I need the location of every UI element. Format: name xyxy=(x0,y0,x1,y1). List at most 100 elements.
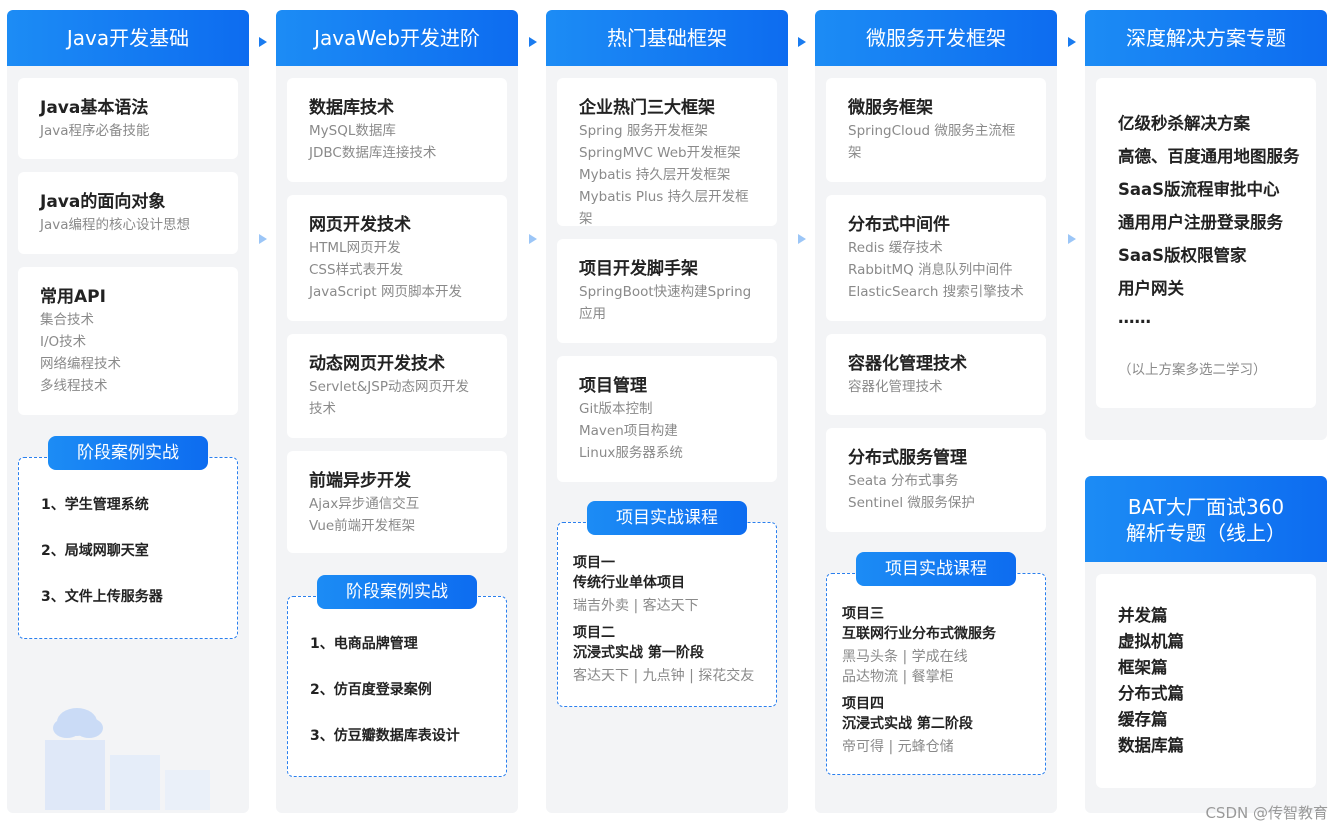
interview-title-line: 解析专题（线上） xyxy=(1126,521,1286,545)
card-item: Java程序必备技能 xyxy=(40,123,150,139)
card-title: 项目管理 xyxy=(579,376,647,396)
column-title: 微服务开发框架 xyxy=(815,10,1057,66)
card-middleware: 分布式中间件 Redis 缓存技术 RabbitMQ 消息队列中间件 Elast… xyxy=(826,195,1046,321)
card-item: Mybatis 持久层开发框架 xyxy=(579,167,731,183)
column-javaweb: JavaWeb开发进阶 数据库技术 MySQL数据库 JDBC数据库连接技术 网… xyxy=(276,10,518,813)
interview-item: 数据库篇 xyxy=(1118,736,1184,755)
card-title: 常用API xyxy=(40,287,106,307)
card-item: Mybatis Plus 持久层开发框架 xyxy=(579,189,749,227)
card-title: Java的面向对象 xyxy=(40,192,166,212)
column-java-basics: Java开发基础 Java基本语法 Java程序必备技能 Java的面向对象 J… xyxy=(7,10,249,813)
card-item: 网络编程技术 xyxy=(40,356,121,372)
interview-title: BAT大厂面试360 解析专题（线上） xyxy=(1085,476,1327,562)
card-item: Vue前端开发框架 xyxy=(309,518,416,534)
project-name: 沉浸式实战 第一阶段 xyxy=(573,645,704,661)
card-scaffold: 项目开发脚手架 SpringBoot快速构建Spring 应用 xyxy=(557,239,777,343)
stage-case-tag: 阶段案例实战 xyxy=(317,575,477,609)
arrow-right-icon xyxy=(529,234,537,244)
solution-item: 高德、百度通用地图服务 xyxy=(1118,147,1300,166)
watermark: CSDN @传智教育 xyxy=(1205,804,1328,822)
arrow-right-icon xyxy=(259,234,267,244)
column-interview: BAT大厂面试360 解析专题（线上） 并发篇 虚拟机篇 框架篇 分布式篇 缓存… xyxy=(1085,476,1327,813)
case-item: 3、仿豆瓣数据库表设计 xyxy=(310,728,460,744)
project-subjects: 帝可得 | 元蜂仓储 xyxy=(842,739,954,755)
column-hot-frameworks: 热门基础框架 企业热门三大框架 Spring 服务开发框架 SpringMVC … xyxy=(546,10,788,813)
case-item: 2、局域网聊天室 xyxy=(41,543,149,559)
card-item: ElasticSearch 搜索引擎技术 xyxy=(848,284,1024,300)
solution-item: 用户网关 xyxy=(1118,279,1184,298)
case-item: 1、学生管理系统 xyxy=(41,497,149,513)
arrow-right-icon xyxy=(1068,37,1076,47)
card-item: HTML网页开发 xyxy=(309,240,401,256)
card-item: 技术 xyxy=(309,401,336,417)
column-title: Java开发基础 xyxy=(7,10,249,66)
interview-title-line: BAT大厂面试360 xyxy=(1127,495,1285,519)
card-title: 分布式中间件 xyxy=(848,215,950,235)
card-dynamic-web: 动态网页开发技术 Servlet&JSP动态网页开发 技术 xyxy=(287,334,507,438)
card-item: SpringBoot快速构建Spring xyxy=(579,284,752,300)
project-number: 项目一 xyxy=(573,555,615,571)
project-course-tag: 项目实战课程 xyxy=(587,501,747,535)
column-solutions: 深度解决方案专题 亿级秒杀解决方案 高德、百度通用地图服务 SaaS版流程审批中… xyxy=(1085,10,1327,440)
card-item: Servlet&JSP动态网页开发 xyxy=(309,379,469,395)
project-item: 项目四 沉浸式实战 第二阶段 帝可得 | 元蜂仓储 xyxy=(842,694,1037,757)
card-item: 多线程技术 xyxy=(40,378,108,394)
card-title: 容器化管理技术 xyxy=(848,354,967,374)
card-item: JDBC数据库连接技术 xyxy=(309,145,437,161)
card-title: 数据库技术 xyxy=(309,98,394,118)
stage-case-box: 阶段案例实战 1、电商品牌管理 2、仿百度登录案例 3、仿豆瓣数据库表设计 xyxy=(287,575,507,777)
interview-item: 虚拟机篇 xyxy=(1118,632,1184,651)
card-three-frameworks: 企业热门三大框架 Spring 服务开发框架 SpringMVC Web开发框架… xyxy=(557,78,777,227)
project-subjects: 客达天下 | 九点钟 | 探花交友 xyxy=(573,668,755,684)
card-item: MySQL数据库 xyxy=(309,123,396,139)
card-title: 动态网页开发技术 xyxy=(309,354,445,374)
stage-case-tag: 阶段案例实战 xyxy=(48,436,208,470)
card-container: 容器化管理技术 容器化管理技术 xyxy=(826,334,1046,415)
card-frontend-async: 前端异步开发 Ajax异步通信交互 Vue前端开发框架 xyxy=(287,451,507,553)
interview-item: 框架篇 xyxy=(1118,658,1168,677)
solution-item: 通用用户注册登录服务 xyxy=(1118,213,1283,232)
card-title: 前端异步开发 xyxy=(309,471,411,491)
arrow-right-icon xyxy=(529,37,537,47)
card-title: 微服务框架 xyxy=(848,98,933,118)
project-course-tag: 项目实战课程 xyxy=(856,552,1016,586)
column-title: 热门基础框架 xyxy=(546,10,788,66)
card-database: 数据库技术 MySQL数据库 JDBC数据库连接技术 xyxy=(287,78,507,182)
card-solutions: 亿级秒杀解决方案 高德、百度通用地图服务 SaaS版流程审批中心 通用用户注册登… xyxy=(1096,78,1316,408)
card-item: Git版本控制 xyxy=(579,401,653,417)
card-common-api: 常用API 集合技术 I/O技术 网络编程技术 多线程技术 xyxy=(18,267,238,415)
solutions-note: （以上方案多选二学习） xyxy=(1118,362,1267,378)
card-item: JavaScript 网页脚本开发 xyxy=(309,284,462,300)
card-java-syntax: Java基本语法 Java程序必备技能 xyxy=(18,78,238,159)
card-item: Linux服务器系统 xyxy=(579,445,683,461)
project-subjects: 瑞吉外卖 | 客达天下 xyxy=(573,598,699,614)
interview-item: 分布式篇 xyxy=(1118,684,1184,703)
card-item: Spring 服务开发框架 xyxy=(579,123,708,139)
solution-item: SaaS版流程审批中心 xyxy=(1118,180,1280,199)
project-item: 项目二 沉浸式实战 第一阶段 客达天下 | 九点钟 | 探花交友 xyxy=(573,623,768,686)
project-number: 项目三 xyxy=(842,606,884,622)
case-item: 2、仿百度登录案例 xyxy=(310,682,432,698)
arrow-right-icon xyxy=(798,37,806,47)
card-item: Redis 缓存技术 xyxy=(848,240,943,256)
case-item: 3、文件上传服务器 xyxy=(41,589,163,605)
project-course-box: 项目实战课程 项目三 互联网行业分布式微服务 黑马头条 | 学成在线 品达物流 … xyxy=(826,552,1046,775)
card-title: Java基本语法 xyxy=(40,98,149,118)
card-item: 架 xyxy=(848,145,862,161)
card-web-dev: 网页开发技术 HTML网页开发 CSS样式表开发 JavaScript 网页脚本… xyxy=(287,195,507,321)
case-item: 1、电商品牌管理 xyxy=(310,636,418,652)
cloud-illustration-icon xyxy=(45,708,210,810)
column-microservices: 微服务开发框架 微服务框架 SpringCloud 微服务主流框 架 分布式中间… xyxy=(815,10,1057,813)
card-item: SpringCloud 微服务主流框 xyxy=(848,123,1016,139)
interview-item: 并发篇 xyxy=(1118,606,1168,625)
card-java-oop: Java的面向对象 Java编程的核心设计思想 xyxy=(18,172,238,254)
project-number: 项目二 xyxy=(573,625,615,641)
arrow-right-icon xyxy=(798,234,806,244)
stage-case-box: 阶段案例实战 1、学生管理系统 2、局域网聊天室 3、文件上传服务器 xyxy=(18,436,238,639)
card-item: Sentinel 微服务保护 xyxy=(848,495,975,511)
project-number: 项目四 xyxy=(842,696,884,712)
arrow-right-icon xyxy=(259,37,267,47)
column-title: 深度解决方案专题 xyxy=(1085,10,1327,66)
card-item: Maven项目构建 xyxy=(579,423,678,439)
card-item: I/O技术 xyxy=(40,334,87,350)
